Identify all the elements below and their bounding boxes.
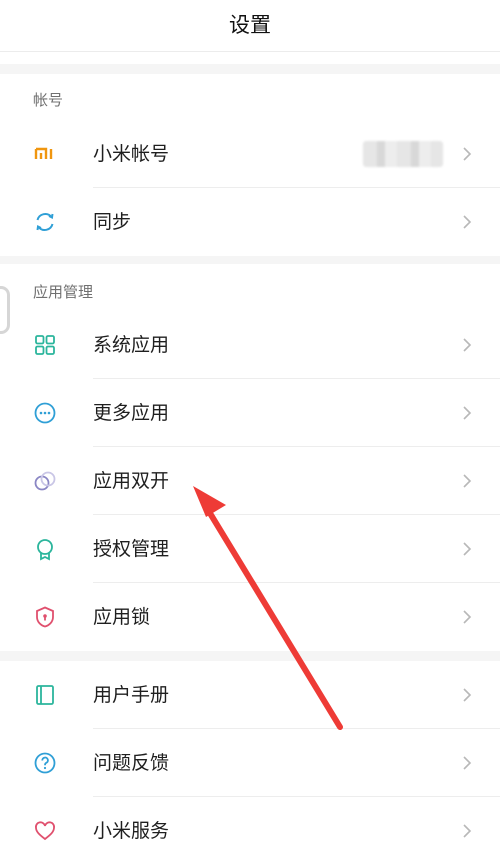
settings-row-label: 更多应用 bbox=[93, 402, 170, 424]
settings-row-mi-account[interactable]: 小米帐号 bbox=[0, 120, 500, 188]
settings-row-label: 应用锁 bbox=[93, 606, 151, 628]
section-divider bbox=[0, 651, 500, 661]
settings-row-dual-apps[interactable]: 应用双开 bbox=[0, 447, 500, 515]
settings-row-sync[interactable]: 同步 bbox=[0, 188, 500, 256]
chevron-right-icon bbox=[462, 687, 472, 703]
chevron-right-icon bbox=[462, 473, 472, 489]
settings-row-label: 同步 bbox=[93, 211, 132, 233]
settings-row-label: 小米服务 bbox=[93, 820, 170, 842]
section-label-account: 帐号 bbox=[33, 91, 64, 109]
section-label-app-management: 应用管理 bbox=[33, 283, 94, 301]
settings-row-label: 小米帐号 bbox=[93, 143, 170, 165]
chevron-right-icon bbox=[462, 146, 472, 162]
chevron-right-icon bbox=[462, 541, 472, 557]
edge-handle bbox=[0, 286, 10, 334]
settings-row-user-manual[interactable]: 用户手册 bbox=[0, 661, 500, 729]
settings-row-label: 授权管理 bbox=[93, 538, 170, 560]
page-title: 设置 bbox=[229, 13, 271, 37]
settings-row-feedback[interactable]: 问题反馈 bbox=[0, 729, 500, 797]
heart-icon bbox=[33, 819, 57, 843]
chevron-right-icon bbox=[462, 405, 472, 421]
chevron-right-icon bbox=[462, 823, 472, 839]
settings-row-label: 问题反馈 bbox=[93, 752, 170, 774]
question-icon bbox=[33, 751, 57, 775]
chevron-right-icon bbox=[462, 755, 472, 771]
title-bar: 设置 bbox=[0, 0, 500, 52]
section-divider bbox=[0, 64, 500, 74]
book-icon bbox=[33, 683, 57, 707]
dual-rings-icon bbox=[33, 469, 57, 493]
chevron-right-icon bbox=[462, 337, 472, 353]
settings-row-mi-service[interactable]: 小米服务 bbox=[0, 797, 500, 861]
settings-row-app-lock[interactable]: 应用锁 bbox=[0, 583, 500, 651]
mi-logo-icon bbox=[33, 142, 57, 166]
settings-row-label: 系统应用 bbox=[93, 334, 170, 356]
settings-row-system-apps[interactable]: 系统应用 bbox=[0, 311, 500, 379]
settings-row-more-apps[interactable]: 更多应用 bbox=[0, 379, 500, 447]
grid-icon bbox=[33, 333, 57, 357]
account-id-value bbox=[363, 141, 443, 167]
settings-row-permissions[interactable]: 授权管理 bbox=[0, 515, 500, 583]
badge-icon bbox=[33, 537, 57, 561]
settings-row-label: 用户手册 bbox=[93, 684, 170, 706]
sync-icon bbox=[33, 210, 57, 234]
shield-lock-icon bbox=[33, 605, 57, 629]
chevron-right-icon bbox=[462, 214, 472, 230]
chevron-right-icon bbox=[462, 609, 472, 625]
more-dots-icon bbox=[33, 401, 57, 425]
settings-row-label: 应用双开 bbox=[93, 470, 170, 492]
section-divider bbox=[0, 256, 500, 264]
